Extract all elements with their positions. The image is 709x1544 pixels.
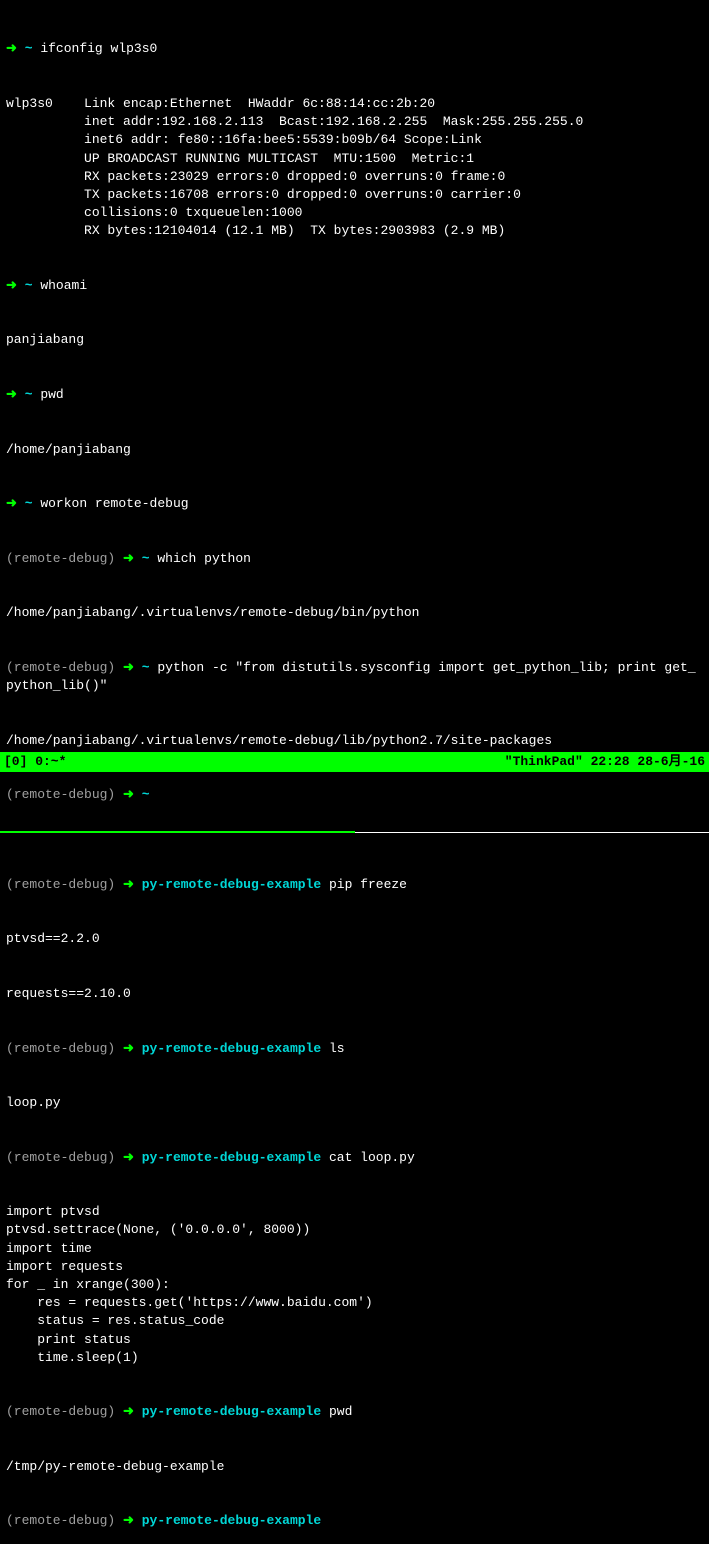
command-text: ls [321,1041,344,1056]
venv-name: (remote-debug) [6,660,123,675]
prompt-arrow-icon: ➜ [123,1041,142,1056]
prompt-arrow-icon: ➜ [123,551,142,566]
venv-name: (remote-debug) [6,1404,123,1419]
terminal-pane-top[interactable]: ➜ ~ ifconfig wlp3s0 wlp3s0 Link encap:Et… [0,0,709,826]
prompt-dir: py-remote-debug-example [142,1404,321,1419]
pwd-output: /tmp/py-remote-debug-example [6,1458,703,1476]
output-line: inet6 addr: fe80::16fa:bee5:5539:b09b/64… [6,131,703,149]
prompt-line: (remote-debug) ➜ py-remote-debug-example… [6,1149,703,1167]
prompt-line: ➜ ~ workon remote-debug [6,495,703,513]
code-line: import ptvsd [6,1203,703,1221]
prompt-arrow-icon: ➜ [6,278,25,293]
prompt-line: (remote-debug) ➜ ~ which python [6,550,703,568]
python-output: /home/panjiabang/.virtualenvs/remote-deb… [6,732,703,750]
code-line: res = requests.get('https://www.baidu.co… [6,1294,703,1312]
command-text: whoami [33,278,88,293]
prompt-arrow-icon: ➜ [6,496,25,511]
ls-output: loop.py [6,1094,703,1112]
venv-name: (remote-debug) [6,1150,123,1165]
code-line: status = res.status_code [6,1312,703,1330]
output-line: wlp3s0 Link encap:Ethernet HWaddr 6c:88:… [6,95,703,113]
pip-output: ptvsd==2.2.0 [6,930,703,948]
output-line: TX packets:16708 errors:0 dropped:0 over… [6,186,703,204]
prompt-arrow-icon: ➜ [123,1150,142,1165]
output-line: inet addr:192.168.2.113 Bcast:192.168.2.… [6,113,703,131]
output-line: UP BROADCAST RUNNING MULTICAST MTU:1500 … [6,150,703,168]
code-line: import time [6,1240,703,1258]
command-text: pip freeze [321,877,407,892]
prompt-arrow-icon: ➜ [6,41,25,56]
prompt-dir: py-remote-debug-example [142,1041,321,1056]
command-text: which python [150,551,251,566]
prompt-arrow-icon: ➜ [123,660,142,675]
prompt-arrow-icon: ➜ [123,877,142,892]
command-text: workon remote-debug [33,496,189,511]
prompt-line: ➜ ~ whoami [6,277,703,295]
status-left: [0] 0:~* [4,753,66,771]
prompt-line: (remote-debug) ➜ py-remote-debug-example… [6,876,703,894]
prompt-dir: ~ [25,387,33,402]
whoami-output: panjiabang [6,331,703,349]
command-text: ifconfig wlp3s0 [33,41,158,56]
command-text: cat loop.py [321,1150,415,1165]
prompt-dir: ~ [25,496,33,511]
code-line: import requests [6,1258,703,1276]
terminal-pane-bottom[interactable]: (remote-debug) ➜ py-remote-debug-example… [0,835,709,1544]
venv-name: (remote-debug) [6,551,123,566]
prompt-arrow-icon: ➜ [6,387,25,402]
prompt-line: ➜ ~ pwd [6,386,703,404]
tmux-statusbar[interactable]: [0] 0:~* "ThinkPad" 22:28 28-6月-16 [0,752,709,772]
venv-name: (remote-debug) [6,1041,123,1056]
ifconfig-output: wlp3s0 Link encap:Ethernet HWaddr 6c:88:… [6,95,703,241]
prompt-dir: py-remote-debug-example [142,1513,321,1528]
prompt-arrow-icon: ➜ [123,1513,142,1528]
pwd-output: /home/panjiabang [6,441,703,459]
prompt-line: (remote-debug) ➜ py-remote-debug-example… [6,1040,703,1058]
prompt-dir: py-remote-debug-example [142,1150,321,1165]
code-line: time.sleep(1) [6,1349,703,1367]
divider-active-indicator [0,831,355,833]
prompt-dir: ~ [25,41,33,56]
venv-name: (remote-debug) [6,877,123,892]
command-text: pwd [321,1404,352,1419]
pane-divider[interactable] [0,832,709,833]
prompt-dir: ~ [142,787,150,802]
venv-name: (remote-debug) [6,787,123,802]
prompt-dir: py-remote-debug-example [142,877,321,892]
code-line: for _ in xrange(300): [6,1276,703,1294]
venv-name: (remote-debug) [6,1513,123,1528]
prompt-arrow-icon: ➜ [123,1404,142,1419]
prompt-line: ➜ ~ ifconfig wlp3s0 [6,40,703,58]
prompt-dir: ~ [142,660,150,675]
prompt-line: (remote-debug) ➜ py-remote-debug-example [6,1512,703,1530]
status-right: "ThinkPad" 22:28 28-6月-16 [505,753,705,771]
output-line: RX packets:23029 errors:0 dropped:0 over… [6,168,703,186]
prompt-dir: ~ [25,278,33,293]
prompt-line: (remote-debug) ➜ ~ python -c "from distu… [6,659,703,695]
output-line: collisions:0 txqueuelen:1000 [6,204,703,222]
output-line: RX bytes:12104014 (12.1 MB) TX bytes:290… [6,222,703,240]
prompt-line: (remote-debug) ➜ py-remote-debug-example… [6,1403,703,1421]
prompt-arrow-icon: ➜ [123,787,142,802]
prompt-line: (remote-debug) ➜ ~ [6,786,703,804]
prompt-dir: ~ [142,551,150,566]
pip-output: requests==2.10.0 [6,985,703,1003]
code-line: ptvsd.settrace(None, ('0.0.0.0', 8000)) [6,1221,703,1239]
code-line: print status [6,1331,703,1349]
cat-output: import ptvsdptvsd.settrace(None, ('0.0.0… [6,1203,703,1367]
command-text: pwd [33,387,64,402]
which-output: /home/panjiabang/.virtualenvs/remote-deb… [6,604,703,622]
